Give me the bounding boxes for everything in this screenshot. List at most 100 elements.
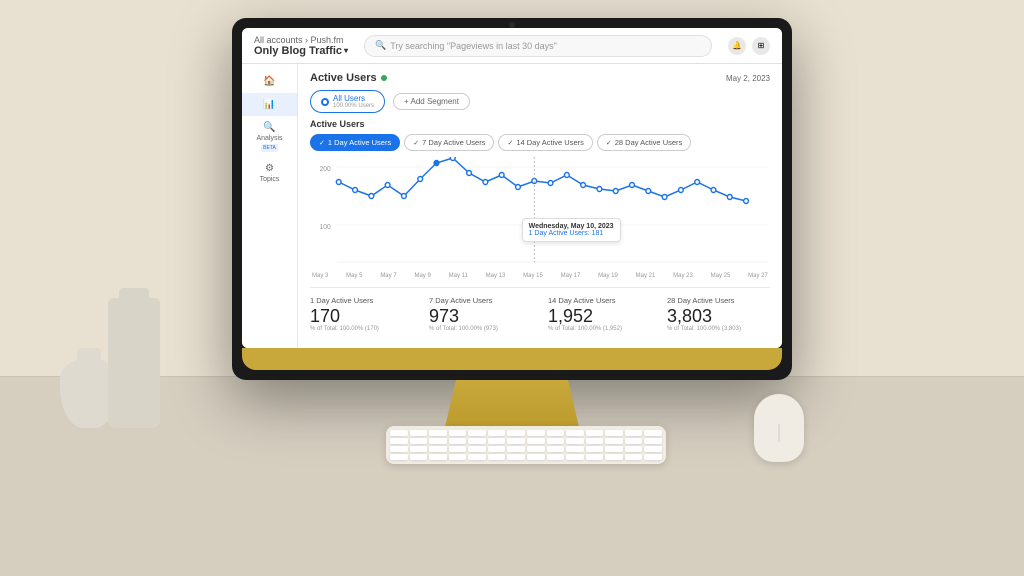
keyboard-key[interactable] xyxy=(507,438,525,444)
keyboard-key[interactable] xyxy=(390,454,408,460)
notification-bell-icon[interactable]: 🔔 xyxy=(728,37,746,55)
ga-search-bar[interactable]: 🔍 Try searching "Pageviews in last 30 da… xyxy=(364,35,712,57)
chart-dot xyxy=(744,199,749,204)
keyboard-key[interactable] xyxy=(488,430,506,436)
keyboard-key[interactable] xyxy=(449,446,467,452)
keyboard-key[interactable] xyxy=(625,438,643,444)
keyboard-key[interactable] xyxy=(605,430,623,436)
x-label-2: May 7 xyxy=(380,273,396,279)
sidebar-item-configure[interactable]: ⚙ Topics xyxy=(242,157,297,189)
x-label-12: May 27 xyxy=(748,273,768,279)
keyboard-key[interactable] xyxy=(488,446,506,452)
keyboard-key[interactable] xyxy=(507,446,525,452)
dropdown-arrow-icon[interactable]: ▾ xyxy=(344,46,348,55)
keyboard-key[interactable] xyxy=(488,438,506,444)
add-segment-button[interactable]: + Add Segment xyxy=(393,93,470,110)
tab-28day-label: 28 Day Active Users xyxy=(615,138,683,147)
keyboard-key[interactable] xyxy=(390,446,408,452)
keyboard-key[interactable] xyxy=(566,430,584,436)
keyboard-key[interactable] xyxy=(586,438,604,444)
metric-14day-label: 14 Day Active Users xyxy=(548,296,651,305)
home-icon: 🏠 xyxy=(248,75,291,88)
ga-page-header: Active Users May 2, 2023 xyxy=(310,72,770,84)
x-label-7: May 17 xyxy=(561,273,581,279)
monitor: All accounts › Push.fm Only Blog Traffic… xyxy=(232,18,792,458)
metric-28day-label: 28 Day Active Users xyxy=(667,296,770,305)
line-chart: 200 100 xyxy=(310,157,770,267)
keyboard-key[interactable] xyxy=(468,438,486,444)
keyboard-key[interactable] xyxy=(410,430,428,436)
chart-line xyxy=(339,158,746,201)
sidebar-item-home[interactable]: 🏠 xyxy=(242,70,297,93)
keyboard-key[interactable] xyxy=(566,446,584,452)
keyboard-key[interactable] xyxy=(488,454,506,460)
metric-1day-value: 170 xyxy=(310,307,413,325)
keyboard-key[interactable] xyxy=(507,430,525,436)
keyboard-key[interactable] xyxy=(605,446,623,452)
grid-apps-icon[interactable]: ⊞ xyxy=(752,37,770,55)
keyboard-key[interactable] xyxy=(547,446,565,452)
keyboard-key[interactable] xyxy=(468,454,486,460)
keyboard-key[interactable] xyxy=(429,438,447,444)
chart-dot xyxy=(613,189,618,194)
keyboard: // Generate keyboard keys const kb = doc… xyxy=(386,426,666,464)
keyboard-key[interactable] xyxy=(625,446,643,452)
keyboard-key[interactable] xyxy=(527,454,545,460)
keyboard-key[interactable] xyxy=(527,446,545,452)
keyboard-key[interactable] xyxy=(410,454,428,460)
keyboard-key[interactable] xyxy=(547,438,565,444)
keyboard-key[interactable] xyxy=(644,454,662,460)
keyboard-key[interactable] xyxy=(644,430,662,436)
svg-text:200: 200 xyxy=(320,166,331,173)
monitor-bezel: All accounts › Push.fm Only Blog Traffic… xyxy=(232,18,792,380)
keyboard-key[interactable] xyxy=(605,454,623,460)
keyboard-key[interactable] xyxy=(566,454,584,460)
tooltip-date: Wednesday, May 10, 2023 xyxy=(529,223,614,230)
keyboard-key[interactable] xyxy=(468,430,486,436)
search-placeholder: Try searching "Pageviews in last 30 days… xyxy=(390,41,557,51)
tab-1day[interactable]: ✓ 1 Day Active Users xyxy=(310,134,400,151)
keyboard-key[interactable] xyxy=(586,454,604,460)
keyboard-key[interactable] xyxy=(566,438,584,444)
keyboard-key[interactable] xyxy=(527,438,545,444)
keyboard-key[interactable] xyxy=(429,454,447,460)
keyboard-key[interactable] xyxy=(429,430,447,436)
keyboard-key[interactable] xyxy=(527,430,545,436)
keyboard-key[interactable] xyxy=(547,454,565,460)
date-display: May 2, 2023 xyxy=(726,74,770,83)
keyboard-key[interactable] xyxy=(644,438,662,444)
beta-badge: BETA xyxy=(261,144,278,152)
mouse-button-divider xyxy=(779,424,780,442)
keyboard-key[interactable] xyxy=(410,438,428,444)
keyboard-key[interactable] xyxy=(586,430,604,436)
keyboard-key[interactable] xyxy=(605,438,623,444)
keyboard-key[interactable] xyxy=(644,446,662,452)
tab-7day[interactable]: ✓ 7 Day Active Users xyxy=(404,134,494,151)
mouse[interactable] xyxy=(754,394,804,462)
keyboard-key[interactable] xyxy=(625,430,643,436)
keyboard-key[interactable] xyxy=(449,430,467,436)
x-label-4: May 11 xyxy=(449,273,468,279)
all-users-segment[interactable]: All Users 100.00% Users xyxy=(310,90,385,113)
segment-bar: All Users 100.00% Users + Add Segment xyxy=(310,90,770,113)
keyboard-key[interactable] xyxy=(468,446,486,452)
chart-dot xyxy=(483,180,488,185)
keyboard-key[interactable] xyxy=(410,446,428,452)
keyboard-key[interactable] xyxy=(390,430,408,436)
keyboard-key[interactable] xyxy=(429,446,447,452)
keyboard-key[interactable] xyxy=(390,438,408,444)
sidebar-item-reports[interactable]: 📊 xyxy=(242,93,297,116)
keyboard-key[interactable] xyxy=(586,446,604,452)
sidebar-item-analysis[interactable]: 🔍 Analysis BETA xyxy=(242,116,297,157)
keyboard-key[interactable] xyxy=(625,454,643,460)
keyboard-key[interactable] xyxy=(449,438,467,444)
keyboard-key[interactable] xyxy=(547,430,565,436)
chart-dot xyxy=(581,183,586,188)
ga-title[interactable]: Only Blog Traffic ▾ xyxy=(254,45,348,57)
keyboard-key[interactable] xyxy=(449,454,467,460)
tab-14day[interactable]: ✓ 14 Day Active Users xyxy=(498,134,592,151)
tab-28day[interactable]: ✓ 28 Day Active Users xyxy=(597,134,691,151)
add-segment-label: + Add Segment xyxy=(404,97,459,106)
keyboard-key[interactable] xyxy=(507,454,525,460)
page-title: Active Users xyxy=(310,72,387,84)
